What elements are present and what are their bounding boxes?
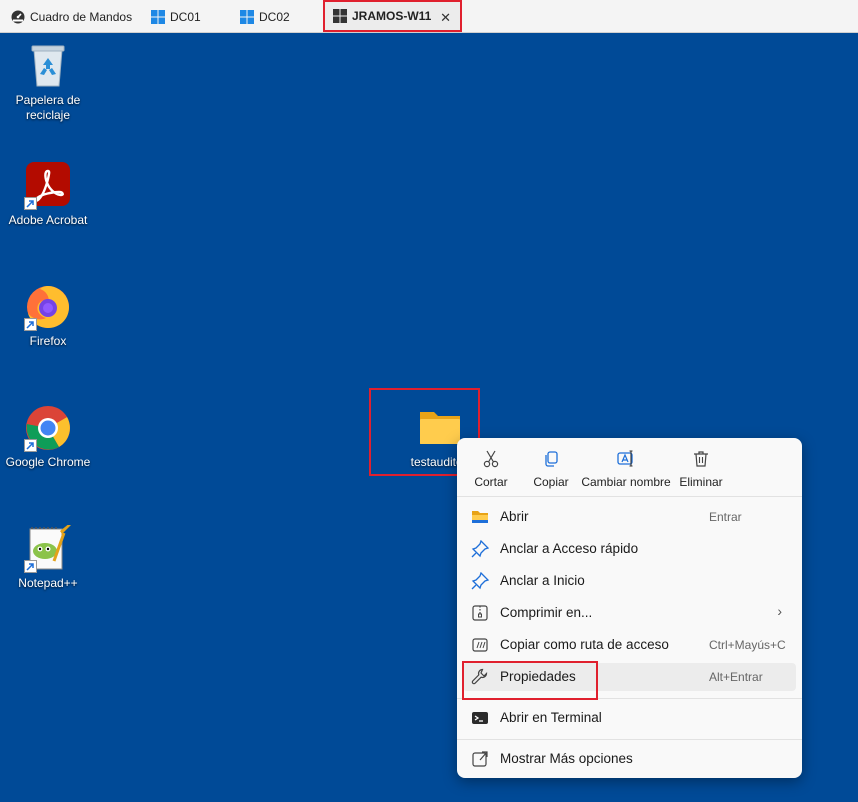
menu-item-compress-label: Comprimir en... xyxy=(500,605,593,620)
desktop-icon-recycle-bin[interactable]: Papelera de reciclaje xyxy=(0,42,96,123)
adobe-acrobat-icon xyxy=(24,162,72,210)
menu-item-pin-quick-access[interactable]: Anclar a Acceso rápido xyxy=(463,535,796,563)
desktop-icon-adobe-acrobat[interactable]: Adobe Acrobat xyxy=(0,162,96,228)
windows-icon xyxy=(240,9,254,24)
tab-dc02[interactable]: DC02 xyxy=(240,0,290,33)
menu-item-open[interactable]: Abrir Entrar xyxy=(463,503,796,531)
menu-separator xyxy=(457,739,802,740)
menu-item-copy-path-label: Copiar como ruta de acceso xyxy=(500,637,669,652)
cut-button[interactable]: Cortar xyxy=(471,450,511,489)
open-external-icon xyxy=(472,751,488,767)
rename-button[interactable]: Cambiar nombre xyxy=(579,450,673,489)
shortcut-arrow-icon xyxy=(24,197,37,210)
desktop-icon-google-chrome[interactable]: Google Chrome xyxy=(0,404,96,470)
copy-path-icon xyxy=(472,638,488,652)
scissors-icon xyxy=(483,450,499,468)
chevron-right-icon: › xyxy=(777,603,782,619)
menu-item-open-label: Abrir xyxy=(500,509,529,524)
desktop-icon-label: Notepad++ xyxy=(18,576,78,590)
notepad-plus-plus-icon xyxy=(24,523,72,573)
desktop-icon-label: Firefox xyxy=(29,334,67,348)
properties-highlight-box xyxy=(462,661,598,700)
tab-jramos-w11[interactable]: JRAMOS-W11 ✕ xyxy=(323,0,462,32)
delete-button[interactable]: Eliminar xyxy=(678,450,724,489)
tab-dashboard-label: Cuadro de Mandos xyxy=(30,9,133,24)
shortcut-arrow-icon xyxy=(24,439,37,452)
menu-item-compress[interactable]: Comprimir en... › xyxy=(463,599,796,627)
copy-icon xyxy=(545,451,558,467)
tab-dc01-label: DC01 xyxy=(170,9,201,24)
delete-label: Eliminar xyxy=(679,475,723,489)
menu-item-open-terminal[interactable]: Abrir en Terminal xyxy=(463,704,796,732)
google-chrome-icon xyxy=(24,404,72,452)
dashboard-icon xyxy=(11,10,25,23)
cut-label: Cortar xyxy=(474,475,508,489)
desktop-icon-label: Papelera de reciclaje xyxy=(15,93,81,122)
tab-dc01[interactable]: DC01 xyxy=(151,0,201,33)
shortcut-arrow-icon xyxy=(24,560,37,573)
recycle-bin-icon xyxy=(24,42,72,90)
terminal-icon xyxy=(472,712,488,724)
menu-item-more-options-label: Mostrar Más opciones xyxy=(500,751,633,766)
desktop-icon-firefox[interactable]: Firefox xyxy=(0,283,96,349)
menu-item-pin-start[interactable]: Anclar a Inicio xyxy=(463,567,796,595)
windows-icon xyxy=(151,9,165,24)
menu-item-copy-path[interactable]: Copiar como ruta de acceso Ctrl+Mayús+C xyxy=(463,631,796,659)
shortcut-arrow-icon xyxy=(24,318,37,331)
folder-open-icon xyxy=(472,511,488,523)
menu-item-open-terminal-label: Abrir en Terminal xyxy=(500,710,602,725)
zip-folder-icon xyxy=(472,605,488,621)
desktop-icon-notepad-plus-plus[interactable]: Notepad++ xyxy=(0,523,96,591)
windows-icon xyxy=(333,9,347,23)
context-menu: Cortar Copiar Cambiar nombre Eliminar Ab… xyxy=(457,438,802,778)
menu-item-pin-quick-access-label: Anclar a Acceso rápido xyxy=(500,541,639,556)
rename-icon xyxy=(617,450,633,467)
close-tab-icon[interactable]: ✕ xyxy=(440,10,451,26)
menu-item-more-options[interactable]: Mostrar Más opciones xyxy=(463,745,796,773)
tab-dashboard[interactable]: Cuadro de Mandos xyxy=(11,0,132,33)
tab-jramos-w11-label: JRAMOS-W11 xyxy=(352,9,432,23)
menu-item-pin-start-label: Anclar a Inicio xyxy=(500,573,585,588)
pin-icon xyxy=(471,540,489,558)
desktop-icon-label: Adobe Acrobat xyxy=(8,213,88,227)
copy-label: Copiar xyxy=(533,475,569,489)
menu-item-copy-path-shortcut: Ctrl+Mayús+C xyxy=(709,638,786,652)
rename-label: Cambiar nombre xyxy=(581,475,671,489)
quick-actions-bar: Cortar Copiar Cambiar nombre Eliminar xyxy=(457,438,802,497)
trash-icon xyxy=(694,451,708,467)
remote-session-tabbar: Cuadro de Mandos DC01 DC02 JRAMOS-W11 ✕ xyxy=(0,0,858,33)
menu-item-properties-shortcut: Alt+Entrar xyxy=(709,670,763,684)
pin-icon xyxy=(471,572,489,590)
copy-button[interactable]: Copiar xyxy=(530,450,572,489)
tab-dc02-label: DC02 xyxy=(259,9,290,24)
menu-item-open-shortcut: Entrar xyxy=(709,510,742,524)
firefox-icon xyxy=(24,283,72,331)
desktop-icon-label: Google Chrome xyxy=(5,455,91,469)
